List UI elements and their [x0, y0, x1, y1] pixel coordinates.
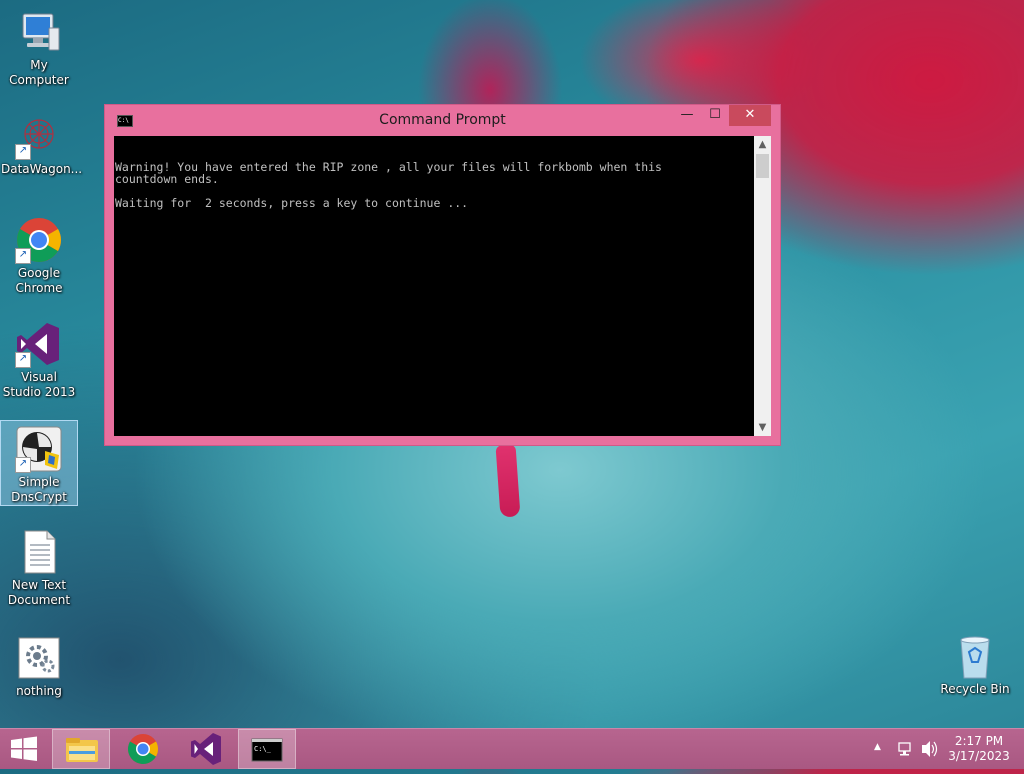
computer-icon — [15, 8, 63, 56]
window-titlebar[interactable]: C:\ Command Prompt — ☐ ✕ — [105, 105, 780, 135]
desktop-icon-label: My Computer — [9, 58, 69, 87]
desktop-icon-visual-studio[interactable]: ↗ Visual Studio 2013 — [1, 316, 77, 400]
chrome-icon: ↗ — [15, 216, 63, 264]
dnscrypt-icon: ↗ — [15, 425, 63, 473]
console-line: countdown ends. — [115, 172, 219, 186]
wallpaper-flower-stem — [495, 444, 521, 518]
maximize-button[interactable]: ☐ — [701, 105, 729, 126]
clock-date: 3/17/2023 — [948, 749, 1010, 763]
settings-file-icon — [15, 634, 63, 682]
minimize-icon: — — [680, 107, 694, 122]
desktop-icon-new-text-document[interactable]: New Text Document — [1, 524, 77, 608]
shortcut-arrow-icon: ↗ — [15, 352, 31, 368]
minimize-button[interactable]: — — [673, 105, 701, 126]
shortcut-arrow-icon: ↗ — [15, 144, 31, 160]
scrollbar-thumb[interactable] — [756, 154, 769, 178]
close-button[interactable]: ✕ — [729, 105, 771, 126]
taskbar-command-prompt[interactable]: C:\_ — [238, 729, 296, 769]
desktop-icon-label: Simple DnsCrypt — [11, 475, 67, 504]
vertical-scrollbar[interactable]: ▲ ▼ — [754, 136, 771, 436]
desktop-icon-label: Google Chrome — [15, 266, 63, 295]
recycle-bin-icon — [951, 632, 999, 680]
taskbar-file-explorer[interactable] — [52, 729, 110, 769]
desktop-icon-label: nothing — [16, 684, 62, 698]
desktop-icon-google-chrome[interactable]: ↗ Google Chrome — [1, 212, 77, 296]
desktop-icon-nothing[interactable]: nothing — [1, 630, 77, 699]
datawagon-icon: ↗ — [15, 112, 63, 160]
visual-studio-icon — [191, 733, 221, 765]
taskbar: C:\_ ▲ 2:17 PM 3/17/2023 — [0, 728, 1024, 769]
desktop-icon-label: Recycle Bin — [940, 682, 1010, 696]
desktop-icon-datawagon[interactable]: ↗ DataWagon... — [1, 108, 82, 177]
clock-time: 2:17 PM — [954, 734, 1004, 748]
close-icon: ✕ — [744, 107, 756, 122]
chrome-icon — [127, 734, 159, 765]
taskbar-clock[interactable]: 2:17 PM 3/17/2023 — [943, 734, 1015, 764]
command-prompt-window[interactable]: C:\ Command Prompt — ☐ ✕ Warning! You ha… — [104, 104, 781, 446]
shortcut-arrow-icon: ↗ — [15, 248, 31, 264]
desktop-icon-label: New Text Document — [7, 578, 71, 607]
start-button[interactable] — [0, 729, 48, 769]
start-icon — [11, 736, 37, 761]
desktop-icon-my-computer[interactable]: My Computer — [1, 4, 77, 88]
visual-studio-icon: ↗ — [15, 320, 63, 368]
volume-icon[interactable] — [919, 729, 939, 769]
taskbar-chrome[interactable] — [114, 729, 172, 769]
file-explorer-icon — [66, 738, 98, 762]
taskbar-visual-studio[interactable] — [176, 729, 234, 769]
shortcut-arrow-icon: ↗ — [15, 457, 31, 473]
desktop-icon-recycle-bin[interactable]: Recycle Bin — [937, 628, 1013, 697]
chevron-up-icon: ▲ — [874, 742, 881, 752]
scroll-up-arrow-icon[interactable]: ▲ — [754, 136, 771, 153]
console-output[interactable]: Warning! You have entered the RIP zone ,… — [114, 136, 754, 436]
desktop-icon-label: Visual Studio 2013 — [2, 370, 76, 399]
command-prompt-icon: C:\_ — [251, 738, 283, 762]
network-icon[interactable] — [896, 729, 914, 769]
scroll-down-arrow-icon[interactable]: ▼ — [754, 419, 771, 436]
svg-text:C:\_: C:\_ — [254, 745, 272, 753]
text-document-icon — [15, 528, 63, 576]
desktop-icon-simple-dnscrypt[interactable]: ↗ Simple DnsCrypt — [0, 420, 78, 506]
console-line: Waiting for 2 seconds, press a key to co… — [115, 196, 469, 210]
maximize-icon: ☐ — [709, 107, 721, 122]
desktop-icon-label: DataWagon... — [1, 162, 83, 176]
